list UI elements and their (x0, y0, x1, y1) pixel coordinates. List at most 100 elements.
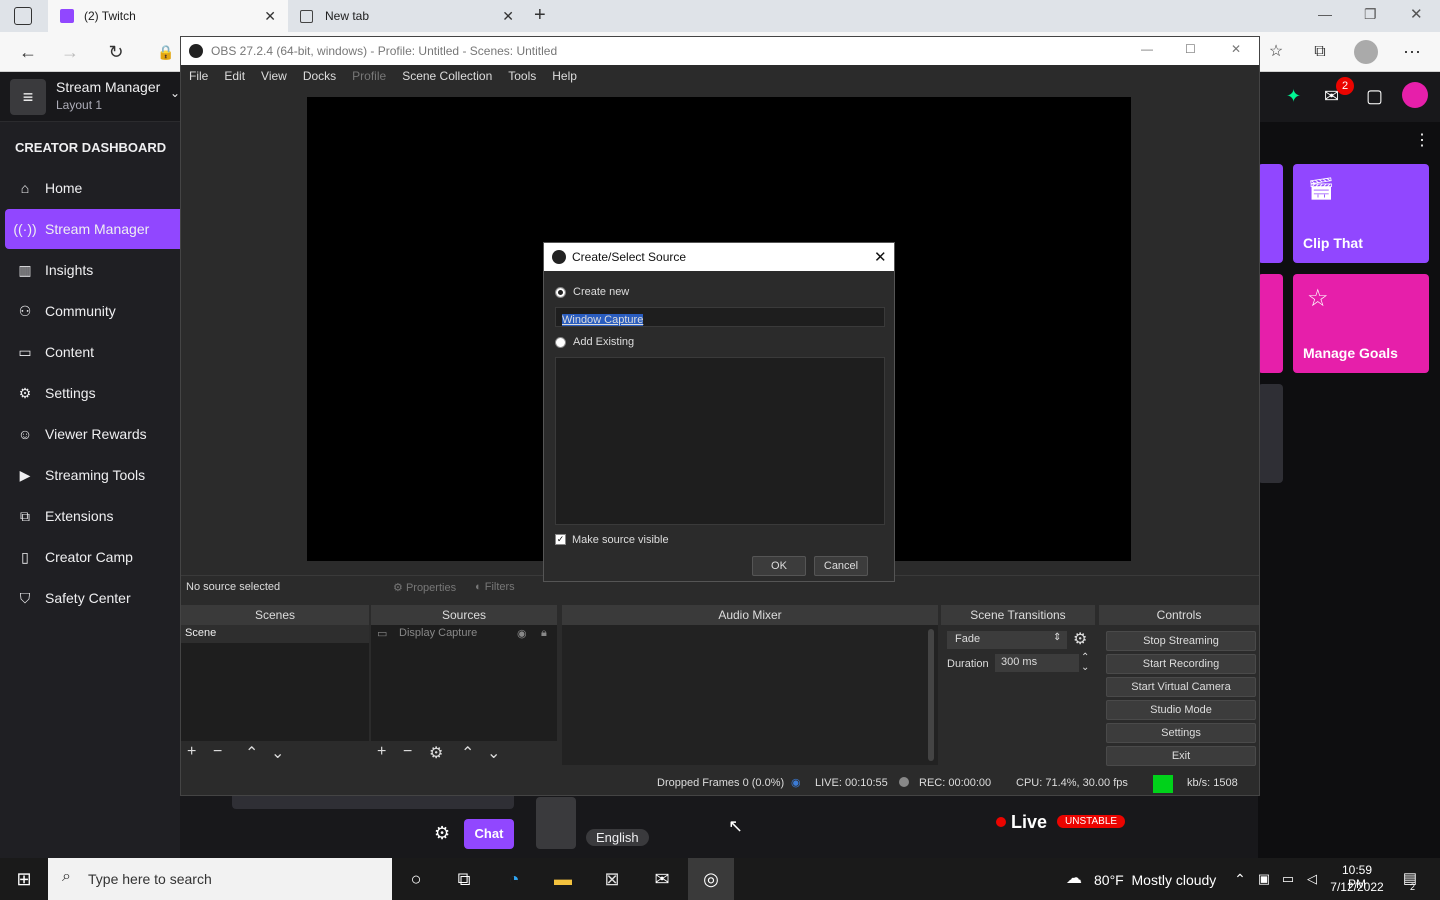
gear-icon[interactable]: ⚙ (434, 823, 450, 844)
clip-that-tile[interactable]: 🎬︎ Clip That (1293, 164, 1429, 263)
menu-view[interactable]: View (253, 69, 295, 83)
mail-icon[interactable]: ✉ (650, 867, 674, 891)
weather-text[interactable]: 80°F Mostly cloudy (1094, 872, 1216, 888)
more-vertical-icon[interactable]: ⋮ (1414, 130, 1430, 150)
sidebar-item-content[interactable]: ▭ Content (5, 332, 180, 372)
start-virtual-camera-button[interactable]: Start Virtual Camera (1106, 677, 1256, 697)
chat-button[interactable]: Chat (464, 819, 514, 849)
forward-icon[interactable]: → (58, 40, 82, 64)
up-icon[interactable]: ⌃ (245, 743, 258, 763)
volume-icon[interactable]: ◁ (1300, 867, 1324, 891)
chat-input[interactable] (232, 795, 514, 809)
store-icon[interactable]: ⊠ (600, 867, 624, 891)
menu-docks[interactable]: Docks (295, 69, 344, 83)
close-icon[interactable]: ✕ (1231, 42, 1241, 56)
sidebar-item-insights[interactable]: ▥ Insights (5, 250, 180, 290)
close-icon[interactable]: ✕ (874, 248, 887, 266)
sidebar-item-settings[interactable]: ⚙ Settings (5, 373, 180, 413)
existing-sources-list[interactable] (555, 357, 885, 525)
back-icon[interactable]: ← (16, 40, 40, 64)
windows-start-icon[interactable]: ⊞ (12, 867, 36, 891)
chevron-up-icon[interactable]: ⌃ (1228, 867, 1252, 891)
create-new-radio[interactable] (555, 287, 566, 298)
transition-select[interactable]: Fade ⇕ (947, 631, 1067, 649)
cancel-button[interactable]: Cancel (814, 556, 868, 576)
close-icon[interactable]: ✕ (264, 8, 276, 25)
sidebar-item-safety-center[interactable]: ⛉ Safety Center (5, 578, 180, 618)
menu-edit[interactable]: Edit (216, 69, 253, 83)
favorites-icon[interactable]: ☆ (1264, 40, 1288, 64)
task-view-icon[interactable]: ⧉ (452, 867, 476, 891)
stop-streaming-button[interactable]: Stop Streaming (1106, 631, 1256, 651)
cortana-icon[interactable]: ○ (404, 867, 428, 891)
properties-button[interactable]: ⚙ Properties (393, 581, 456, 594)
file-explorer-icon[interactable]: ▬ (551, 867, 575, 891)
sidebar-item-extensions[interactable]: ⧉ Extensions (5, 496, 180, 536)
menu-profile[interactable]: Profile (344, 69, 394, 83)
sidebar-item-stream-manager[interactable]: ((·)) Stream Manager (5, 209, 180, 249)
clock-date[interactable]: 7/12/2022 (1330, 880, 1384, 894)
close-icon[interactable]: ✕ (1410, 5, 1423, 23)
duration-stepper[interactable]: ⌃ ⌄ (1081, 653, 1089, 673)
new-tab-button[interactable]: + (534, 4, 546, 27)
manage-goals-tile[interactable]: ☆ Manage Goals (1293, 274, 1429, 373)
add-icon[interactable]: + (187, 743, 196, 761)
gear-icon[interactable]: ⚙ (1073, 629, 1087, 649)
maximize-icon[interactable]: ☐ (1185, 42, 1196, 56)
avatar[interactable] (1402, 82, 1428, 108)
make-visible-checkbox[interactable]: ✓ (555, 534, 566, 545)
sidebar-item-streaming-tools[interactable]: ▶ Streaming Tools (5, 455, 180, 495)
tab-twitch[interactable]: (2) Twitch ✕ (48, 0, 288, 32)
collections-icon[interactable]: ⧉ (1308, 40, 1332, 64)
menu-help[interactable]: Help (544, 69, 585, 83)
lock-icon[interactable]: 🔒︎ (541, 627, 547, 640)
menu-scene-collection[interactable]: Scene Collection (394, 69, 500, 83)
network-icon[interactable]: ▭ (1276, 867, 1300, 891)
tab-new[interactable]: New tab ✕ (288, 0, 526, 32)
profile-avatar[interactable] (1354, 40, 1378, 64)
down-icon[interactable]: ⌄ (271, 743, 284, 763)
whisper-icon[interactable]: ▢ (1366, 86, 1383, 107)
remove-icon[interactable]: − (213, 743, 222, 761)
scene-item[interactable]: Scene (181, 625, 369, 643)
settings-button[interactable]: Settings (1106, 723, 1256, 743)
duration-input[interactable]: 300 ms (995, 654, 1079, 672)
language-tag[interactable]: English (586, 829, 649, 846)
down-icon[interactable]: ⌄ (487, 743, 500, 763)
minimize-icon[interactable]: — (1318, 6, 1332, 22)
channel-thumbnail[interactable] (536, 797, 576, 849)
up-icon[interactable]: ⌃ (461, 743, 474, 763)
source-item[interactable]: ▭ Display Capture ◉ 🔒︎ (371, 625, 557, 643)
quick-action-tile[interactable] (1258, 274, 1283, 373)
visibility-icon[interactable]: ◉ (517, 627, 527, 640)
sidebar-item-creator-camp[interactable]: ▯ Creator Camp (5, 537, 180, 577)
remove-icon[interactable]: − (403, 743, 412, 761)
taskbar-search[interactable]: ⌕ Type here to search (48, 858, 392, 900)
gear-icon[interactable]: ⚙ (429, 743, 443, 763)
menu-file[interactable]: File (181, 69, 216, 83)
more-icon[interactable]: ⋯ (1400, 40, 1424, 64)
quick-action-tile[interactable] (1258, 384, 1283, 483)
menu-tools[interactable]: Tools (500, 69, 544, 83)
studio-mode-button[interactable]: Studio Mode (1106, 700, 1256, 720)
exit-button[interactable]: Exit (1106, 746, 1256, 766)
mixer-scrollbar[interactable] (928, 629, 934, 761)
quick-action-tile[interactable] (1258, 164, 1283, 263)
sidebar-item-home[interactable]: ⌂ Home (5, 168, 180, 208)
menu-icon[interactable]: ≡ (10, 79, 46, 115)
sidebar-item-community[interactable]: ⚇ Community (5, 291, 180, 331)
refresh-icon[interactable]: ↻ (104, 40, 128, 64)
sidebar-item-viewer-rewards[interactable]: ☺ Viewer Rewards (5, 414, 180, 454)
sparkle-icon[interactable]: ✦ (1286, 86, 1301, 107)
edge-icon[interactable]: ◔ (502, 867, 526, 891)
start-recording-button[interactable]: Start Recording (1106, 654, 1256, 674)
obs-taskbar-button[interactable]: ◎ (688, 858, 734, 900)
meet-icon[interactable]: ▣ (1252, 867, 1276, 891)
add-icon[interactable]: + (377, 743, 386, 761)
ok-button[interactable]: OK (752, 556, 806, 576)
filters-button[interactable]: ◐ Filters (475, 581, 515, 593)
chevron-down-icon[interactable]: ⌄ (170, 86, 180, 100)
source-name-input[interactable]: Window Capture (555, 307, 885, 327)
add-existing-radio[interactable] (555, 337, 566, 348)
minimize-icon[interactable]: — (1141, 42, 1153, 56)
